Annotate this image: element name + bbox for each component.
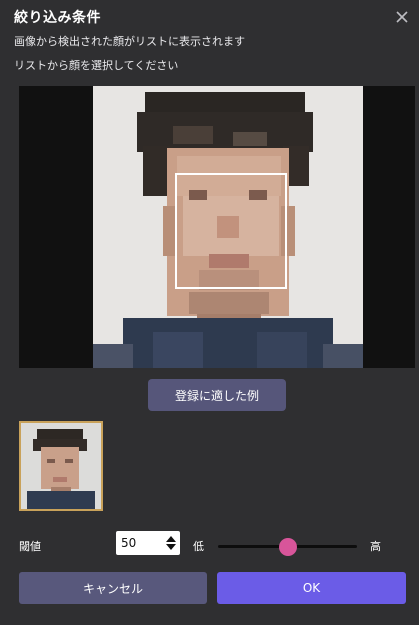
face-thumbnail-image <box>21 423 101 509</box>
threshold-label: 閾値 <box>19 540 41 553</box>
registration-example-button[interactable]: 登録に適した例 <box>148 379 286 411</box>
threshold-slider-thumb[interactable] <box>278 538 297 556</box>
stepper-arrows <box>166 536 176 550</box>
close-icon-glyph <box>396 11 408 23</box>
source-photo <box>93 86 363 368</box>
dialog-title: 絞り込み条件 <box>14 10 101 26</box>
stepper-up-icon[interactable] <box>166 536 176 542</box>
threshold-stepper[interactable]: 50 <box>116 531 180 555</box>
instruction-text-2: リストから顔を選択してください <box>14 59 179 72</box>
threshold-value[interactable]: 50 <box>121 536 136 550</box>
slider-high-label: 高 <box>370 540 381 553</box>
face-detection-box[interactable] <box>175 173 287 289</box>
close-icon[interactable] <box>394 9 410 25</box>
filter-dialog: 絞り込み条件 画像から検出された顔がリストに表示されます リストから顔を選択して… <box>0 0 419 625</box>
detected-face-thumbnail[interactable] <box>19 421 103 511</box>
image-preview <box>19 86 415 368</box>
cancel-button[interactable]: キャンセル <box>19 572 207 604</box>
ok-button[interactable]: OK <box>217 572 406 604</box>
slider-low-label: 低 <box>193 540 204 553</box>
instruction-text-1: 画像から検出された顔がリストに表示されます <box>14 35 245 48</box>
stepper-down-icon[interactable] <box>166 544 176 550</box>
